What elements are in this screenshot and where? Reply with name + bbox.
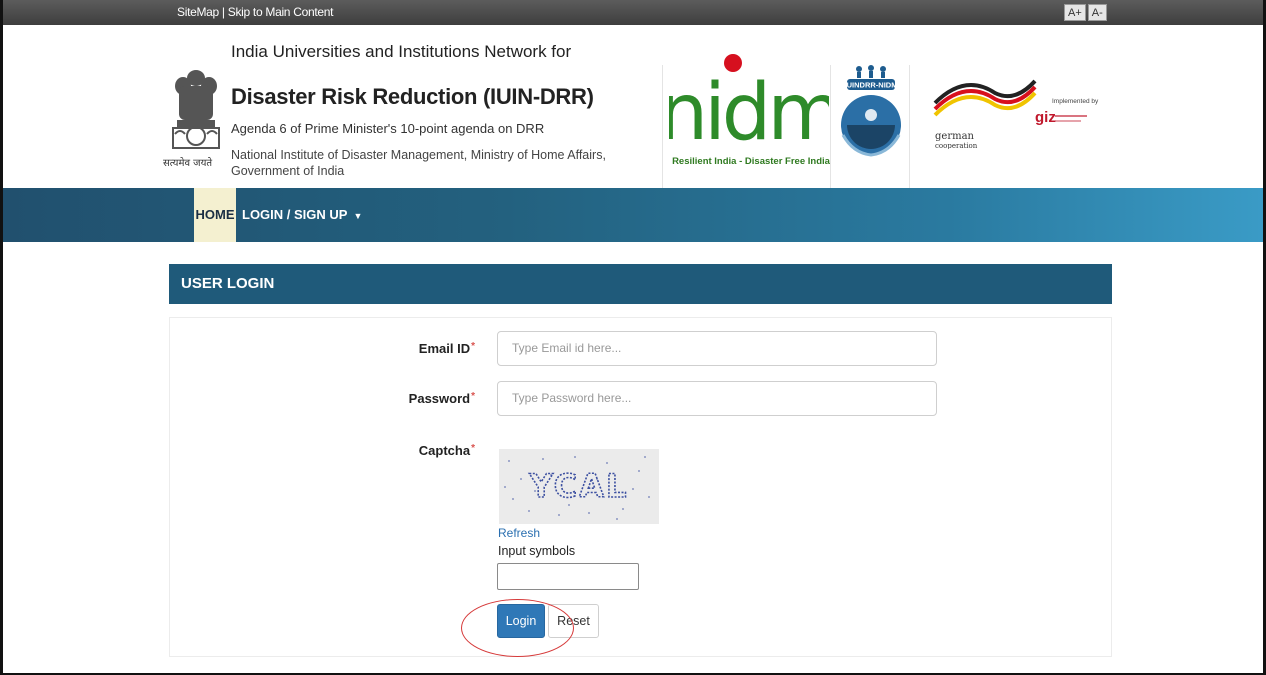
- implemented-by-text: Implemented by: [1052, 98, 1099, 105]
- reset-button[interactable]: Reset: [548, 604, 599, 638]
- chevron-down-icon: ▼: [353, 210, 363, 221]
- header-divider: [909, 65, 910, 205]
- sitemap-link[interactable]: SiteMap: [177, 5, 219, 19]
- page-frame: SiteMap | Skip to Main Content A+ A- सत्यम…: [0, 0, 1266, 675]
- captcha-label: Captcha*: [355, 443, 475, 458]
- header-divider: [662, 65, 663, 205]
- iuindrr-nidm-logo: IUINDRR-NIDM: [841, 65, 901, 157]
- required-marker: *: [471, 391, 475, 402]
- nav-login-signup[interactable]: LOGIN / SIGN UP ▼: [242, 188, 362, 242]
- email-field[interactable]: Type Email id here...: [497, 331, 937, 366]
- emblem-caption: सत्यमेव जयते: [163, 158, 213, 169]
- captcha-image: YCAL: [499, 449, 659, 524]
- nav-home[interactable]: HOME: [194, 188, 236, 242]
- german-cooperation-giz-logo: german cooperation Implemented by giz: [931, 69, 1101, 150]
- login-button[interactable]: Login: [497, 604, 545, 638]
- german-text: german: [935, 131, 975, 142]
- header-divider: [830, 65, 831, 205]
- nidm-logo-text: nidm: [669, 68, 829, 157]
- header-agenda-line: Agenda 6 of Prime Minister's 10-point ag…: [231, 121, 545, 136]
- email-label-text: Email ID: [418, 341, 471, 356]
- nav-login-signup-label: LOGIN / SIGN UP: [242, 207, 348, 222]
- cooperation-text: cooperation: [935, 142, 978, 149]
- captcha-text: YCAL: [529, 467, 629, 505]
- font-increase-button[interactable]: A+: [1064, 4, 1086, 21]
- captcha-label-text: Captcha: [418, 443, 471, 458]
- site-header: सत्यमेव जयते India Universities and Inst…: [3, 25, 1263, 205]
- utility-links: SiteMap | Skip to Main Content: [177, 5, 333, 19]
- header-network-line: India Universities and Institutions Netw…: [231, 42, 572, 61]
- panel-header: USER LOGIN: [169, 264, 1112, 304]
- header-ministry-line: National Institute of Disaster Managemen…: [231, 148, 606, 178]
- password-label-text: Password: [408, 391, 471, 406]
- font-decrease-button[interactable]: A-: [1087, 4, 1107, 21]
- required-marker: *: [471, 341, 475, 352]
- page-title: Disaster Risk Reduction (IUIN-DRR): [231, 84, 594, 109]
- captcha-refresh-link[interactable]: Refresh: [498, 526, 540, 540]
- required-marker: *: [471, 443, 475, 454]
- nidm-logo: nidm: [669, 54, 829, 157]
- password-field[interactable]: Type Password here...: [497, 381, 937, 416]
- iuindrr-badge-text: IUINDRR-NIDM: [845, 81, 898, 90]
- password-label: Password*: [355, 391, 475, 406]
- skip-to-content-link[interactable]: Skip to Main Content: [228, 5, 334, 19]
- giz-text: giz: [1035, 109, 1056, 126]
- input-symbols-label: Input symbols: [498, 544, 576, 558]
- font-size-controls: A+ A-: [1064, 4, 1107, 21]
- nidm-tagline: Resilient India - Disaster Free India: [672, 156, 830, 167]
- captcha-input[interactable]: [497, 563, 639, 590]
- separator: |: [221, 5, 225, 19]
- top-utility-bar: SiteMap | Skip to Main Content A+ A-: [3, 0, 1263, 25]
- main-navigation: HOME LOGIN / SIGN UP ▼: [3, 188, 1263, 242]
- email-label: Email ID*: [355, 341, 475, 356]
